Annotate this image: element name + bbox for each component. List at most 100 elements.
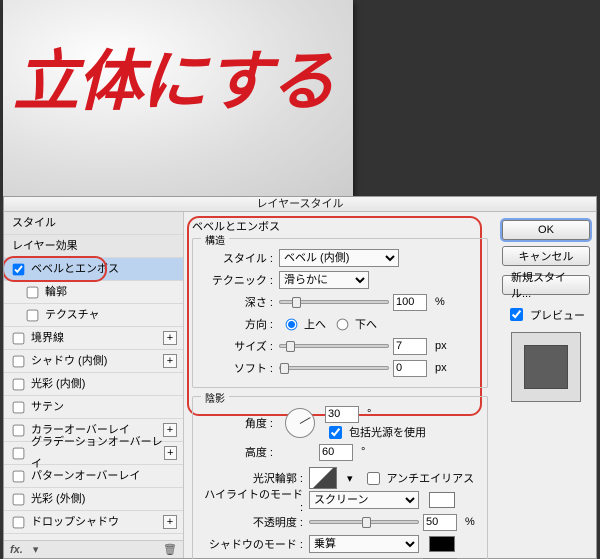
sidebar-checkbox-3[interactable] <box>27 309 39 321</box>
sidebar-header-label: スタイル <box>12 212 56 234</box>
sidebar-item-7[interactable]: サテン <box>4 396 183 419</box>
preview-box <box>511 332 581 402</box>
canvas: 立体にする <box>3 0 353 196</box>
depth-slider[interactable] <box>279 300 389 304</box>
sidebar-footer: fx. ▾ 🗑 <box>4 540 183 558</box>
sidebar-item-0[interactable]: レイヤー効果 <box>4 235 183 258</box>
add-effect-icon[interactable]: + <box>163 331 177 345</box>
depth-input[interactable] <box>393 294 427 311</box>
antialias-label: アンチエイリアス <box>387 470 475 486</box>
hlmode-swatch[interactable] <box>429 492 455 508</box>
sidebar-item-label: 輪郭 <box>45 281 67 303</box>
sidebar-item-5[interactable]: シャドウ (内側) + <box>4 350 183 373</box>
sidebar-checkbox-2[interactable] <box>27 286 39 298</box>
add-effect-icon[interactable]: + <box>164 446 177 460</box>
sidebar-checkbox-1[interactable] <box>13 263 25 275</box>
sidebar-checkbox-4[interactable] <box>13 332 25 344</box>
preview-checkbox[interactable] <box>510 308 523 321</box>
gloss-label: 光沢輪郭 : <box>203 470 305 486</box>
direction-down-label: 下へ <box>355 316 377 332</box>
sidebar-checkbox-8[interactable] <box>13 424 25 436</box>
sidebar-checkbox-12[interactable] <box>13 516 25 528</box>
hl-opacity-input[interactable] <box>423 514 457 531</box>
sidebar-checkbox-5[interactable] <box>13 355 25 367</box>
sidebar-item-3[interactable]: テクスチャ <box>4 304 183 327</box>
preview-label: プレビュー <box>530 307 585 323</box>
sidebar-item-label: ドロップシャドウ <box>31 511 119 533</box>
sidebar-item-label: 光彩 (内側) <box>31 373 85 395</box>
chevron-down-icon[interactable]: ▾ <box>33 543 39 556</box>
global-light-label: 包括光源を使用 <box>349 424 426 440</box>
size-unit: px <box>435 340 447 352</box>
new-style-button[interactable]: 新規スタイル... <box>502 275 590 295</box>
soften-slider[interactable] <box>279 366 389 370</box>
sidebar-checkbox-9[interactable] <box>13 447 25 459</box>
technique-select[interactable]: 滑らかに <box>279 271 369 289</box>
altitude-unit: ° <box>361 446 365 458</box>
add-effect-icon[interactable]: + <box>163 423 177 437</box>
angle-unit: ° <box>367 408 371 420</box>
depth-unit: % <box>435 296 445 308</box>
sidebar-item-label: パターンオーバーレイ <box>31 465 140 487</box>
sidebar: スタイル レイヤー効果ベベルとエンボス輪郭テクスチャ境界線 + シャドウ (内側) +… <box>4 212 184 558</box>
style-select[interactable]: ベベル (内側) <box>279 249 399 267</box>
sidebar-item-6[interactable]: 光彩 (内側) <box>4 373 183 396</box>
altitude-input[interactable] <box>319 444 353 461</box>
sidebar-item-label: サテン <box>31 396 64 418</box>
sidebar-checkbox-11[interactable] <box>13 493 25 505</box>
preview-swatch <box>524 345 568 389</box>
sidebar-item-12[interactable]: ドロップシャドウ + <box>4 511 183 534</box>
hlmode-select[interactable]: スクリーン <box>309 491 419 509</box>
sidebar-item-label: 光彩 (外側) <box>31 488 85 510</box>
hlmode-label: ハイライトのモード : <box>203 486 305 514</box>
size-input[interactable] <box>393 338 427 355</box>
sidebar-item-4[interactable]: 境界線 + <box>4 327 183 350</box>
sidebar-item-11[interactable]: 光彩 (外側) <box>4 488 183 511</box>
hl-opacity-slider[interactable] <box>309 520 419 524</box>
sidebar-item-label: テクスチャ <box>45 304 100 326</box>
angle-label: 角度 : <box>203 415 275 431</box>
dialog-body: スタイル レイヤー効果ベベルとエンボス輪郭テクスチャ境界線+シャドウ (内側)+… <box>3 212 597 559</box>
add-effect-icon[interactable]: + <box>163 515 177 529</box>
ok-button[interactable]: OK <box>502 220 590 240</box>
angle-dial[interactable] <box>285 408 315 438</box>
soften-unit: px <box>435 362 447 374</box>
sidebar-item-label: ベベルとエンボス <box>31 258 119 280</box>
sidebar-item-9[interactable]: グラデーションオーバーレイ+ <box>4 442 183 465</box>
technique-label: テクニック : <box>203 272 275 288</box>
sidebar-item-label: レイヤー効果 <box>12 235 78 257</box>
sidebar-item-label: シャドウ (内側) <box>31 350 107 372</box>
cancel-button[interactable]: キャンセル <box>502 246 590 266</box>
direction-up-radio[interactable] <box>286 318 298 330</box>
right-column: OK キャンセル 新規スタイル... プレビュー <box>496 212 596 558</box>
panel-title: ベベルとエンボス <box>192 218 488 234</box>
direction-down-radio[interactable] <box>337 318 349 330</box>
group-shading: 陰影 角度 : ° 包括光源を使用 <box>192 396 488 559</box>
add-effect-icon[interactable]: + <box>163 354 177 368</box>
sidebar-checkbox-6[interactable] <box>13 378 25 390</box>
dialog-titlebar[interactable]: レイヤースタイル <box>3 196 597 212</box>
sidebar-header: スタイル <box>4 212 183 235</box>
sidebar-checkbox-10[interactable] <box>13 470 25 482</box>
global-light-checkbox[interactable] <box>329 426 342 439</box>
canvas-text: 立体にする <box>13 28 334 124</box>
chevron-down-icon[interactable]: ▾ <box>347 472 353 485</box>
size-slider[interactable] <box>279 344 389 348</box>
angle-input[interactable] <box>325 406 359 423</box>
sidebar-checkbox-7[interactable] <box>13 401 25 413</box>
sidebar-item-1[interactable]: ベベルとエンボス <box>4 258 183 281</box>
trash-icon[interactable]: 🗑 <box>163 543 177 556</box>
direction-up-label: 上へ <box>304 316 326 332</box>
antialias-checkbox[interactable] <box>367 472 380 485</box>
depth-label: 深さ : <box>203 294 275 310</box>
sidebar-item-label: 境界線 <box>31 327 64 349</box>
shmode-select[interactable]: 乗算 <box>309 535 419 553</box>
direction-label: 方向 : <box>203 316 275 332</box>
gloss-swatch[interactable] <box>309 467 337 489</box>
sidebar-item-2[interactable]: 輪郭 <box>4 281 183 304</box>
fx-icon[interactable]: fx. <box>10 544 23 556</box>
style-label: スタイル : <box>203 250 275 266</box>
soften-label: ソフト : <box>203 360 275 376</box>
shmode-swatch[interactable] <box>429 536 455 552</box>
soften-input[interactable] <box>393 360 427 377</box>
